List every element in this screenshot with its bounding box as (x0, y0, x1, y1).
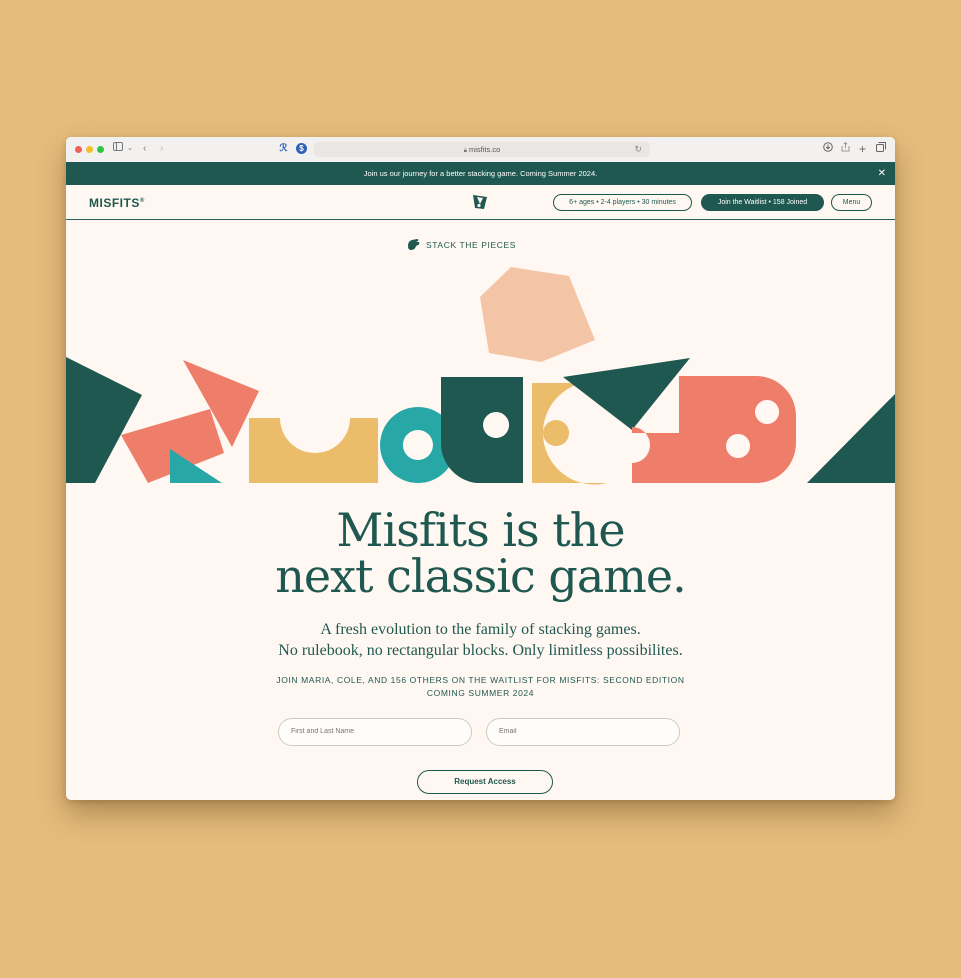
mustard-notched-piece (249, 418, 378, 483)
close-window-button[interactable] (75, 146, 82, 153)
headline-line-2: next classic game. (275, 549, 686, 603)
share-icon[interactable] (841, 141, 850, 157)
green-triangle-piece-left (66, 357, 142, 483)
subtitle-line-1: A fresh evolution to the family of stack… (320, 621, 641, 638)
green-triangle-piece-top (563, 358, 690, 430)
extension-icon[interactable]: ℛ (278, 143, 289, 154)
waitlist-line-2: COMING SUMMER 2024 (426, 688, 535, 698)
announcement-text: Join us our journey for a better stackin… (363, 169, 598, 178)
green-holed-piece (440, 377, 523, 483)
backdrop: ⌄ ‹ › ℛ $ 🔒︎ misfits.co ↻ + Join us our (0, 0, 961, 978)
lock-icon: 🔒︎ (463, 148, 467, 154)
dollar-extension-icon[interactable]: $ (296, 143, 307, 154)
eyebrow-label: STACK THE PIECES (408, 239, 517, 250)
waitlist-callout: JOIN MARIA, COLE, AND 156 OTHERS ON THE … (66, 674, 895, 700)
site-logo[interactable]: MISFITS® (89, 196, 145, 210)
forward-icon[interactable]: › (160, 142, 163, 156)
tabs-overview-icon[interactable] (876, 142, 886, 157)
email-field[interactable] (486, 718, 680, 746)
minimize-window-button[interactable] (86, 146, 93, 153)
hand-icon (408, 239, 420, 250)
back-icon[interactable]: ‹ (143, 142, 146, 156)
game-info-pill: 6+ ages • 2-4 players • 30 minutes (553, 194, 692, 211)
green-triangle-piece-right (807, 394, 895, 483)
subtitle: A fresh evolution to the family of stack… (66, 619, 895, 661)
download-icon[interactable] (823, 142, 833, 157)
site-header: MISFITS® 6+ ages • 2-4 players • 30 minu… (66, 185, 895, 220)
browser-toolbar: ⌄ ‹ › ℛ $ 🔒︎ misfits.co ↻ + (66, 137, 895, 163)
subtitle-line-2: No rulebook, no rectangular blocks. Only… (278, 642, 683, 659)
logo-mark: ® (139, 198, 145, 204)
close-icon[interactable]: ✕ (878, 162, 886, 185)
chevron-down-icon[interactable]: ⌄ (127, 142, 133, 156)
logo-text: MISFITS (89, 196, 140, 210)
reload-icon[interactable]: ↻ (634, 142, 642, 157)
eyebrow-text: STACK THE PIECES (426, 240, 517, 250)
address-bar[interactable]: 🔒︎ misfits.co ↻ (314, 142, 650, 157)
url-text: misfits.co (469, 145, 501, 154)
announcement-bar: Join us our journey for a better stackin… (66, 162, 895, 185)
zoom-window-button[interactable] (97, 146, 104, 153)
browser-window: ⌄ ‹ › ℛ $ 🔒︎ misfits.co ↻ + Join us our (66, 137, 895, 800)
emblem-icon[interactable] (471, 193, 489, 211)
join-waitlist-button[interactable]: Join the Waitlist • 158 Joined (701, 194, 824, 211)
menu-button[interactable]: Menu (831, 194, 872, 211)
peach-hexagon-piece (480, 267, 595, 362)
page-title: Misfits is the next classic game. (66, 507, 895, 599)
sidebar-icon[interactable] (113, 142, 123, 156)
headline-line-1: Misfits is the (336, 503, 625, 557)
stacking-pieces-illustration (66, 267, 895, 485)
waitlist-line-1: JOIN MARIA, COLE, AND 156 OTHERS ON THE … (276, 675, 685, 685)
new-tab-icon[interactable]: + (859, 142, 866, 156)
name-field[interactable] (278, 718, 472, 746)
request-access-button[interactable]: Request Access (417, 770, 553, 794)
